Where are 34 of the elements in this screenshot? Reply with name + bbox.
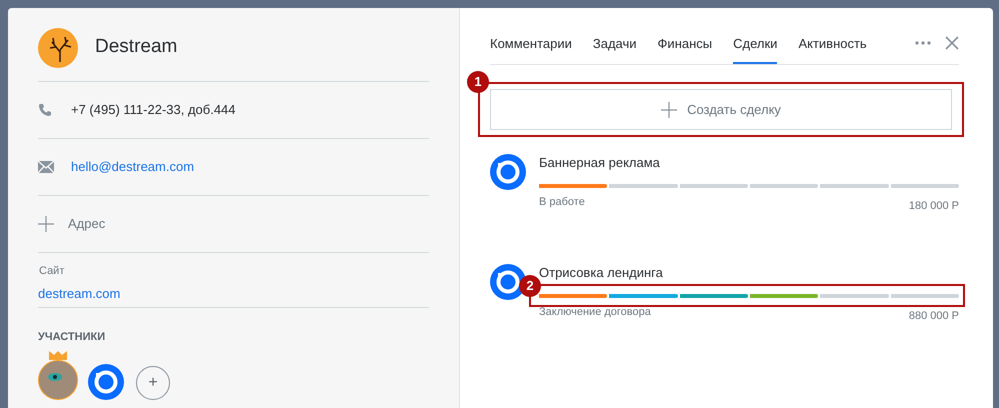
add-participant-button[interactable]: + <box>136 366 170 400</box>
deal-amount: 180 000 Р <box>908 198 959 214</box>
add-address-button[interactable]: Адрес <box>38 214 106 234</box>
deal-status: Заключение договора <box>539 304 651 320</box>
more-icon[interactable] <box>915 41 931 45</box>
tree-avatar-icon <box>38 28 78 68</box>
step-marker: 1 <box>467 71 489 93</box>
deal-title[interactable]: Отрисовка лендинга <box>539 263 959 282</box>
participants-heading: УЧАСТНИКИ <box>38 330 106 345</box>
eye-avatar-icon <box>38 360 78 400</box>
create-deal-button[interactable]: Создать сделку <box>490 89 952 130</box>
tab[interactable]: Финансы <box>658 25 712 64</box>
ring-logo-icon <box>490 264 526 300</box>
contact-name: Destream <box>95 35 178 60</box>
site-label: Сайт <box>38 264 66 279</box>
deal-title[interactable]: Баннерная реклама <box>539 153 959 172</box>
deal-amount: 880 000 Р <box>908 308 959 324</box>
crown-icon <box>49 350 67 360</box>
phone-number: +7 (495) 111-22-33, доб.444 <box>71 101 236 120</box>
plus-icon <box>38 216 54 232</box>
tab[interactable]: Комментарии <box>490 25 572 64</box>
close-icon[interactable] <box>945 36 959 50</box>
site-link[interactable]: destream.com <box>38 284 429 303</box>
envelope-icon <box>38 161 54 173</box>
email-link[interactable]: hello@destream.com <box>71 157 194 177</box>
tab[interactable]: Задачи <box>592 25 637 64</box>
ring-logo-icon <box>88 364 124 400</box>
deal-status: В работе <box>539 194 585 210</box>
phone-icon <box>38 103 52 117</box>
tab[interactable]: Сделки <box>733 25 778 64</box>
plus-icon <box>661 102 678 118</box>
step-marker: 2 <box>519 274 541 296</box>
ring-logo-icon <box>490 154 526 190</box>
tab[interactable]: Активность <box>798 25 867 64</box>
